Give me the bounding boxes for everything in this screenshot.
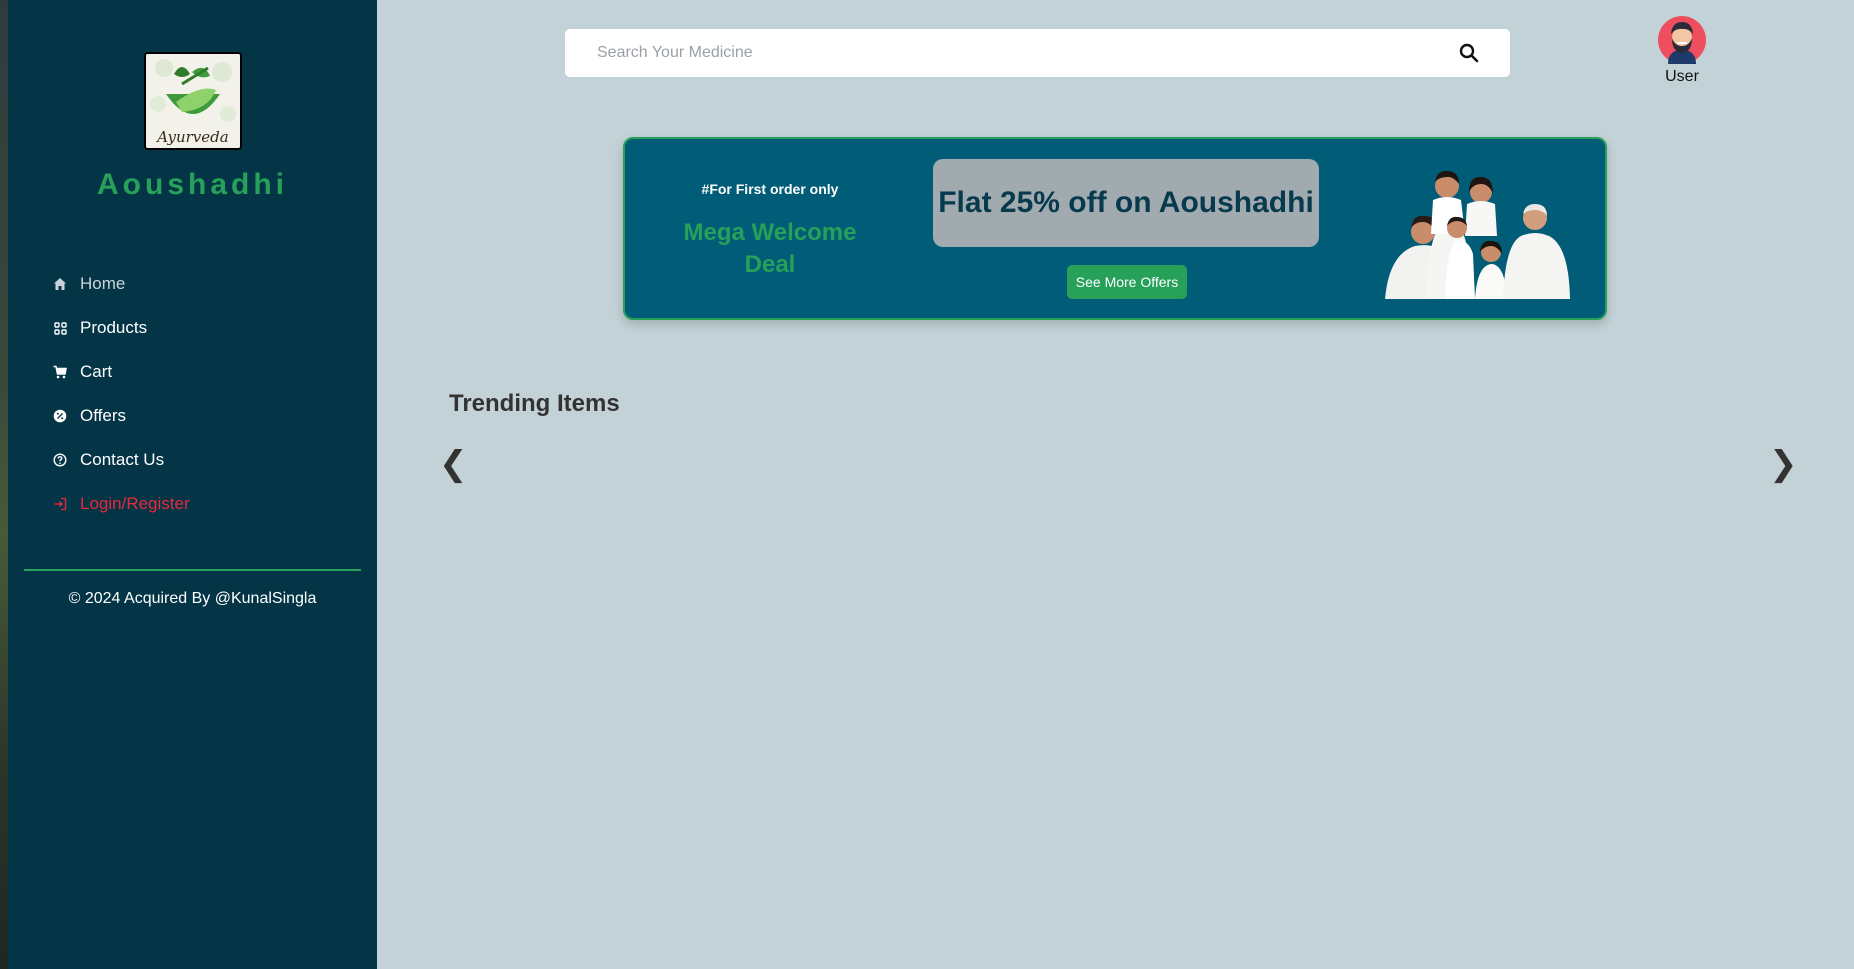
login-icon [52,496,68,512]
background-edge [0,0,8,969]
nav-item-contact[interactable]: Contact Us [52,438,190,482]
search-input[interactable] [565,44,1452,62]
banner-offer: Flat 25% off on Aoushadhi [933,159,1319,247]
user-menu[interactable]: User [1652,16,1712,86]
nav-item-label: Cart [80,362,113,381]
badge-percent-icon [52,408,68,424]
family-image [1385,164,1570,299]
nav-item-label: Offers [80,406,126,425]
nav-item-label: Home [80,274,126,293]
user-label: User [1665,68,1699,85]
support-icon [52,452,68,468]
logo-text: Ayurveda [157,128,229,146]
sidebar-divider [24,569,361,571]
nav-item-home[interactable]: Home [52,262,190,306]
logo: Ayurveda [144,52,242,150]
nav-item-label: Contact Us [80,450,165,469]
carousel-prev-button[interactable]: ❮ [439,440,468,488]
banner-deal: Mega Welcome Deal [683,219,857,278]
grid-icon [52,320,68,336]
avatar [1658,16,1706,64]
search-icon[interactable] [1452,36,1486,70]
nav-item-label: Login/Register [80,494,190,513]
nav-item-label: Products [80,318,148,337]
banner-tag: #For First order only [701,181,839,197]
cart-icon [52,364,68,380]
brand-name: Aoushadhi [97,168,288,201]
nav-item-products[interactable]: Products [52,306,190,350]
promo-banner: #For First order only Mega Welcome Deal … [623,137,1607,320]
nav-item-cart[interactable]: Cart [52,350,190,394]
trending-title: Trending Items [449,390,620,417]
nav-item-login[interactable]: Login/Register [52,482,190,526]
home-icon [52,276,68,292]
see-more-offers-button[interactable]: See More Offers [1067,265,1187,299]
search-bar [565,29,1510,77]
carousel-next-button[interactable]: ❯ [1769,440,1798,488]
copyright-text: © 2024 Acquired By @KunalSingla [68,590,317,607]
main-nav: Home Products Cart Offers Contact Us Log… [52,262,190,526]
sidebar: Ayurveda Aoushadhi Home Products Cart Of… [8,0,377,969]
nav-item-offers[interactable]: Offers [52,394,190,438]
